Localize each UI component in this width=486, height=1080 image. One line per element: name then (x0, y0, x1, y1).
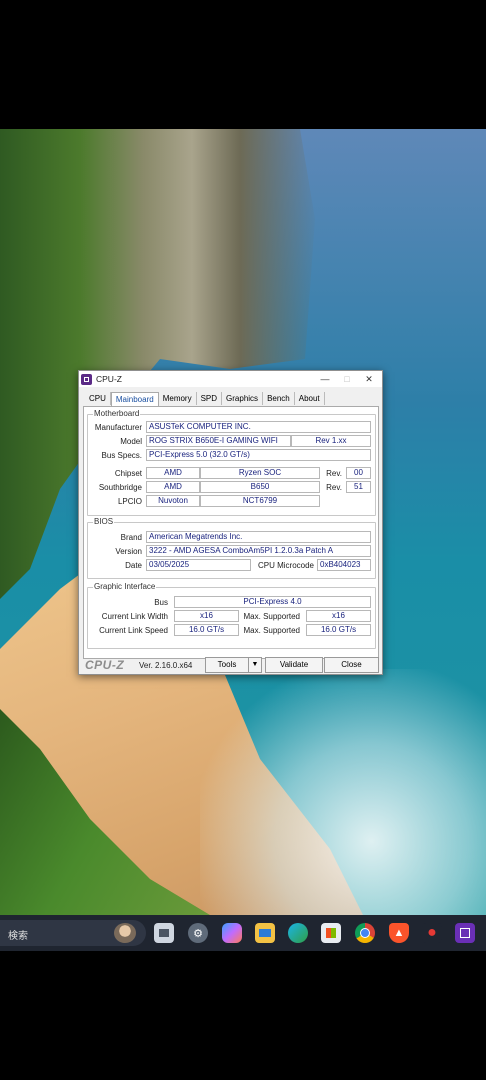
lpcio-label: LPCIO (117, 497, 142, 506)
cpu-microcode-value: 0xB404023 (317, 559, 371, 571)
title-bar[interactable]: CPU-Z — □ ✕ (79, 371, 382, 387)
close-window-button[interactable]: ✕ (359, 372, 379, 386)
max-supported-width-value: x16 (306, 610, 371, 622)
tab-memory[interactable]: Memory (159, 392, 197, 405)
taskbar-search[interactable]: 検索 (0, 920, 146, 946)
model-value: ROG STRIX B650E-I GAMING WIFI (146, 435, 291, 447)
max-supported-width-label: Max. Supported (243, 612, 300, 621)
bios-version-label: Version (115, 547, 142, 556)
cpuz-app-icon (81, 374, 92, 385)
lpcio-vendor-value: Nuvoton (146, 495, 200, 507)
chipset-rev-label: Rev. (326, 469, 342, 478)
bus-specs-label: Bus Specs. (101, 451, 142, 460)
close-button[interactable]: Close (324, 657, 379, 673)
chipset-label: Chipset (114, 469, 142, 478)
bios-group: BIOS Brand American Megatrends Inc. Vers… (87, 517, 376, 579)
chrome-icon[interactable] (355, 923, 375, 943)
window-title: CPU-Z (96, 374, 122, 384)
recorder-icon[interactable]: ● (422, 923, 442, 943)
copilot-icon[interactable] (222, 923, 242, 943)
chipset-rev-value: 00 (346, 467, 371, 479)
current-link-speed-label: Current Link Speed (99, 626, 168, 635)
settings-icon[interactable]: ⚙ (188, 923, 208, 943)
max-supported-speed-value: 16.0 GT/s (306, 624, 371, 636)
tab-cpu[interactable]: CPU (85, 392, 111, 405)
window-footer: CPU-Z Ver. 2.16.0.x64 Tools ▼ Validate C… (79, 657, 382, 674)
chipset-model-value: Ryzen SOC (200, 467, 320, 479)
max-supported-speed-label: Max. Supported (243, 626, 300, 635)
southbridge-rev-value: 51 (346, 481, 371, 493)
current-link-width-value: x16 (174, 610, 239, 622)
brave-icon[interactable]: ▲ (389, 923, 409, 943)
graphic-bus-label: Bus (154, 598, 168, 607)
bios-date-label: Date (125, 561, 142, 570)
model-label: Model (120, 437, 142, 446)
tools-dropdown-icon[interactable]: ▼ (248, 657, 262, 673)
bus-specs-value: PCI-Express 5.0 (32.0 GT/s) (146, 449, 371, 461)
lpcio-model-value: NCT6799 (200, 495, 320, 507)
tab-about[interactable]: About (295, 392, 325, 405)
validate-button[interactable]: Validate (265, 657, 323, 673)
motherboard-group: Motherboard Manufacturer ASUSTeK COMPUTE… (87, 409, 376, 516)
tab-mainboard[interactable]: Mainboard (110, 392, 159, 407)
tab-spd[interactable]: SPD (197, 392, 223, 405)
search-highlight-image (114, 923, 136, 943)
cpu-z-icon[interactable] (455, 923, 475, 943)
graphic-bus-value: PCI-Express 4.0 (174, 596, 371, 608)
task-view-icon[interactable] (154, 923, 174, 943)
maximize-button: □ (344, 374, 350, 384)
graphic-interface-group: Graphic Interface Bus PCI-Express 4.0 Cu… (87, 582, 376, 649)
southbridge-rev-label: Rev. (326, 483, 342, 492)
tab-bench[interactable]: Bench (263, 392, 295, 405)
current-link-width-label: Current Link Width (101, 612, 168, 621)
wallpaper-surf (200, 669, 486, 915)
bios-version-value: 3222 - AMD AGESA ComboAm5PI 1.2.0.3a Pat… (146, 545, 371, 557)
tab-bar: CPU Mainboard Memory SPD Graphics Bench … (85, 392, 325, 407)
chipset-vendor-value: AMD (146, 467, 200, 479)
tab-graphics[interactable]: Graphics (222, 392, 264, 405)
cpuz-brand-logo: CPU-Z (85, 658, 125, 672)
store-icon[interactable] (321, 923, 341, 943)
taskbar: 検索 ⚙ ▲ ● (0, 915, 486, 951)
model-rev-value: Rev 1.xx (291, 435, 371, 447)
manufacturer-value: ASUSTeK COMPUTER INC. (146, 421, 371, 433)
bios-brand-label: Brand (120, 533, 142, 542)
search-placeholder: 検索 (8, 931, 28, 942)
current-link-speed-value: 16.0 GT/s (174, 624, 239, 636)
manufacturer-label: Manufacturer (94, 423, 142, 432)
southbridge-model-value: B650 (200, 481, 320, 493)
bios-brand-value: American Megatrends Inc. (146, 531, 371, 543)
tab-content: Motherboard Manufacturer ASUSTeK COMPUTE… (83, 406, 379, 659)
southbridge-vendor-value: AMD (146, 481, 200, 493)
bios-group-title: BIOS (93, 517, 115, 526)
graphic-interface-group-title: Graphic Interface (93, 582, 157, 591)
cpuz-window: CPU-Z — □ ✕ CPU Mainboard Memory SPD Gra… (78, 370, 383, 675)
motherboard-group-title: Motherboard (93, 409, 141, 418)
edge-icon[interactable] (288, 923, 308, 943)
southbridge-label: Southbridge (98, 483, 142, 492)
minimize-button[interactable]: — (315, 372, 335, 386)
version-text: Ver. 2.16.0.x64 (139, 661, 193, 670)
file-explorer-icon[interactable] (255, 923, 275, 943)
bios-date-value: 03/05/2025 (146, 559, 251, 571)
cpu-microcode-label: CPU Microcode (257, 561, 314, 570)
tools-button[interactable]: Tools (205, 657, 249, 673)
